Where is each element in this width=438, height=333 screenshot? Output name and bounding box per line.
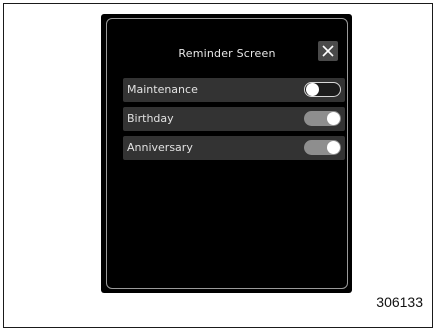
close-button[interactable] [318,41,338,61]
figure-frame: Reminder Screen Maintenance Birthday Ann… [3,3,433,328]
maintenance-toggle[interactable] [304,82,341,97]
list-item-anniversary[interactable]: Anniversary [123,136,345,160]
list-item-birthday[interactable]: Birthday [123,107,345,131]
display-screen: Reminder Screen Maintenance Birthday Ann… [101,14,352,293]
anniversary-toggle[interactable] [304,140,341,155]
list-item-maintenance[interactable]: Maintenance [123,78,345,102]
close-icon [322,45,334,57]
screen-title: Reminder Screen [178,47,276,60]
toggle-knob [327,112,340,125]
toggle-knob [327,141,340,154]
toggle-knob [305,82,319,96]
maintenance-label: Maintenance [127,83,198,96]
reminder-panel: Reminder Screen Maintenance Birthday Ann… [106,18,348,289]
figure-number: 306133 [376,294,423,310]
anniversary-label: Anniversary [127,141,193,154]
birthday-toggle[interactable] [304,111,341,126]
birthday-label: Birthday [127,112,174,125]
